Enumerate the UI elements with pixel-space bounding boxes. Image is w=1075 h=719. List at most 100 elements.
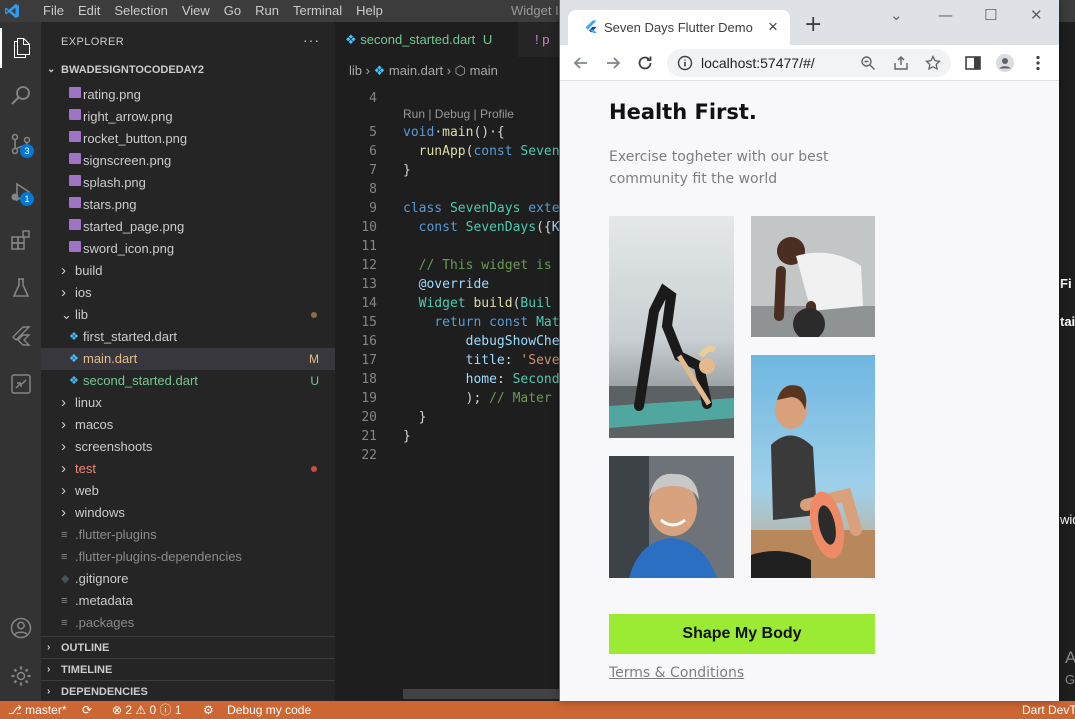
line-number: 20 [361, 410, 377, 425]
maximize-icon[interactable]: ☐ [984, 6, 997, 24]
menu-help[interactable]: Help [349, 3, 390, 18]
debug-status[interactable]: ⚙ Debug my code [203, 701, 311, 719]
tree-item[interactable]: rating.png [41, 84, 335, 106]
menu-edit[interactable]: Edit [71, 3, 107, 18]
breadcrumb-folder[interactable]: lib [349, 63, 362, 78]
browser-tabstrip: Seven Days Flutter Demo × + ⌄ — ☐ ✕ [560, 0, 1059, 45]
tree-item-label: first_started.dart [83, 329, 177, 344]
tree-item[interactable]: › windows [41, 502, 335, 524]
terms-link[interactable]: Terms & Conditions [609, 665, 744, 681]
tree-item[interactable]: › macos [41, 414, 335, 436]
outline-label: OUTLINE [61, 642, 110, 654]
menu-file[interactable]: File [36, 3, 71, 18]
tree-item[interactable]: ❖ first_started.dart [41, 326, 335, 348]
menu-selection[interactable]: Selection [107, 3, 174, 18]
tree-item[interactable]: ≡ .flutter-plugins-dependencies [41, 546, 335, 568]
close-window-icon[interactable]: ✕ [1030, 6, 1043, 24]
dart-file-icon: ❖ [345, 32, 357, 47]
menu-go[interactable]: Go [217, 3, 248, 18]
site-info-icon[interactable] [677, 55, 693, 71]
branch-status[interactable]: ⎇ master* [8, 701, 67, 719]
code-line: @override [418, 277, 490, 292]
menu-view[interactable]: View [175, 3, 217, 18]
explorer-activity[interactable] [0, 28, 41, 68]
line-number: 15 [361, 315, 377, 330]
tree-item[interactable]: signscreen.png [41, 150, 335, 172]
code-editor[interactable]: 4 5 void·main()·{6 runApp(const Seven 7} 8 9 c… [335, 85, 559, 701]
tree-item-label: lib [75, 307, 89, 322]
dart-devtools-status[interactable]: Dart DevT [1022, 701, 1075, 719]
extensions-activity[interactable] [0, 220, 41, 260]
accounts-activity[interactable] [0, 608, 41, 648]
reload-icon[interactable] [635, 53, 655, 73]
timeline-panel[interactable]: › TIMELINE [41, 658, 335, 680]
tree-item[interactable]: ❖ second_started.dart U [41, 370, 335, 392]
bookmark-star-icon[interactable] [925, 55, 941, 71]
menu-run[interactable]: Run [248, 3, 286, 18]
tree-item[interactable]: › web [41, 480, 335, 502]
shape-my-body-button[interactable]: Shape My Body [609, 614, 875, 654]
breadcrumb-file[interactable]: main.dart [389, 63, 443, 78]
run-debug-activity[interactable]: 1 [0, 172, 41, 212]
side-panel-icon[interactable] [963, 53, 983, 73]
line-number: 14 [361, 296, 377, 311]
tree-item[interactable]: rocket_button.png [41, 128, 335, 150]
back-icon[interactable] [571, 53, 591, 73]
close-tab-icon[interactable]: × [768, 17, 778, 37]
minimize-icon[interactable]: — [938, 6, 953, 24]
tree-item[interactable]: stars.png [41, 194, 335, 216]
more-actions-icon[interactable]: ··· [303, 32, 320, 48]
tree-item[interactable]: › test [41, 458, 335, 480]
tab-search-icon[interactable]: ⌄ [890, 6, 903, 24]
tree-item[interactable]: › screenshoots [41, 436, 335, 458]
remote-activity[interactable] [0, 364, 41, 404]
share-icon[interactable] [893, 55, 909, 71]
text-file-icon: ≡ [61, 617, 68, 629]
browser-window: Seven Days Flutter Demo × + ⌄ — ☐ ✕ loca… [559, 0, 1059, 701]
new-tab-icon[interactable]: + [804, 14, 822, 36]
profile-avatar-icon[interactable] [995, 53, 1015, 73]
outline-panel[interactable]: › OUTLINE [41, 636, 335, 658]
tree-item[interactable]: ⌄ lib [41, 304, 335, 326]
breadcrumb-symbol[interactable]: main [470, 63, 498, 78]
address-bar[interactable]: localhost:57477/#/ [667, 49, 951, 77]
code-line: } [403, 429, 411, 444]
tree-item[interactable]: ≡ .packages [41, 612, 335, 634]
tree-item[interactable]: › ios [41, 282, 335, 304]
problems-status[interactable]: ⊗ 2 ⚠ 0 ⓘ 1 [112, 701, 182, 719]
browser-tab[interactable]: Seven Days Flutter Demo × [568, 10, 790, 45]
tree-item[interactable]: splash.png [41, 172, 335, 194]
flask-icon [12, 278, 29, 297]
source-control-activity[interactable]: 3 [0, 124, 41, 164]
forward-icon[interactable] [603, 53, 623, 73]
chevron-right-icon: › [61, 262, 66, 279]
tab-second-started[interactable]: ❖ second_started.dart U [335, 22, 518, 57]
info-count: 1 [174, 703, 182, 717]
dependencies-panel[interactable]: › DEPENDENCIES [41, 680, 335, 702]
tree-item[interactable]: right_arrow.png [41, 106, 335, 128]
codelens[interactable]: Run | Debug | Profile [403, 107, 514, 121]
browser-menu-icon[interactable] [1028, 53, 1048, 73]
code-line: void·main()·{ [403, 125, 505, 140]
tree-item[interactable]: › linux [41, 392, 335, 414]
tree-item[interactable]: ≡ .flutter-plugins [41, 524, 335, 546]
project-root[interactable]: ⌄ BWADESIGNTOCODEDAY2 [41, 59, 335, 81]
menu-terminal[interactable]: Terminal [286, 3, 349, 18]
tree-item[interactable]: ❖ main.dart M [41, 348, 335, 370]
tree-item[interactable]: sword_icon.png [41, 238, 335, 260]
tree-item[interactable]: ◆ .gitignore [41, 568, 335, 590]
search-activity[interactable] [0, 76, 41, 116]
tree-item[interactable]: › build [41, 260, 335, 282]
flutter-activity[interactable] [0, 316, 41, 356]
chevron-right-icon: › [47, 686, 51, 697]
zoom-out-icon[interactable] [860, 55, 876, 71]
horizontal-scrollbar[interactable] [403, 689, 559, 699]
code-line: title: 'Seve [465, 353, 559, 368]
sync-icon[interactable]: ⟳ [82, 701, 92, 719]
tree-item[interactable]: ≡ .metadata [41, 590, 335, 612]
settings-activity[interactable] [0, 656, 41, 696]
tree-item-label: main.dart [83, 351, 138, 366]
line-number: 21 [361, 429, 377, 444]
tree-item[interactable]: started_page.png [41, 216, 335, 238]
testing-activity[interactable] [0, 268, 41, 308]
